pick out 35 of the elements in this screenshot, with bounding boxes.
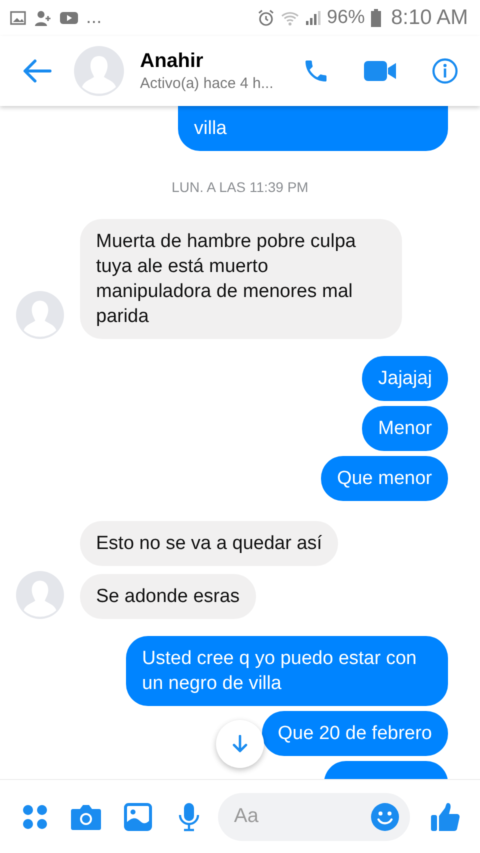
apps-icon[interactable]: [22, 804, 48, 830]
timestamp: LUN. A LAS 11:39 PM: [172, 179, 308, 195]
message-bubble: Que menor: [320, 456, 448, 501]
active-status: Activo(a) hace 4 h...: [140, 75, 274, 92]
battery-percent: 96%: [326, 7, 365, 29]
thumbs-up-icon[interactable]: [430, 802, 460, 832]
message-bubble: Se adonde esras: [80, 574, 256, 619]
person-add-icon: [34, 10, 52, 26]
message-bubble: Que 20 de febrero: [262, 711, 448, 756]
video-play-icon: [60, 11, 78, 25]
signal-icon: [304, 10, 321, 26]
message-bubble: Jajajaj: [362, 356, 448, 401]
contact-name: Anahir: [140, 50, 204, 73]
battery-icon: [370, 9, 381, 27]
alarm-icon: [256, 9, 275, 27]
message-bubble: Usted cree q yo puedo estar con un negro de villa: [126, 636, 448, 706]
message-bubble: Muerta de hambre pobre culpa tuya ale está muerto manipuladora de menores mal parida: [80, 219, 402, 339]
video-camera-icon[interactable]: [364, 59, 398, 83]
message-input[interactable]: Aa: [234, 805, 370, 828]
emoji-icon[interactable]: [370, 802, 400, 832]
back-arrow-icon[interactable]: [22, 59, 52, 83]
camera-icon[interactable]: [70, 802, 102, 830]
wifi-icon: [280, 10, 299, 26]
more-notifications: ...: [86, 7, 102, 29]
message-bubble: Menor: [362, 406, 448, 451]
message-bubble: villa: [178, 106, 448, 151]
clock-time: 8:10 AM: [390, 6, 468, 30]
image-icon[interactable]: [124, 802, 152, 830]
microphone-icon[interactable]: [178, 802, 200, 832]
message-field[interactable]: Aa: [218, 792, 410, 840]
info-icon[interactable]: [432, 58, 458, 84]
image-icon: [10, 11, 26, 25]
scroll-down-button[interactable]: [216, 720, 264, 768]
message-bubble: Esto no se va a quedar así: [80, 521, 338, 566]
arrow-down-icon: [232, 735, 248, 753]
